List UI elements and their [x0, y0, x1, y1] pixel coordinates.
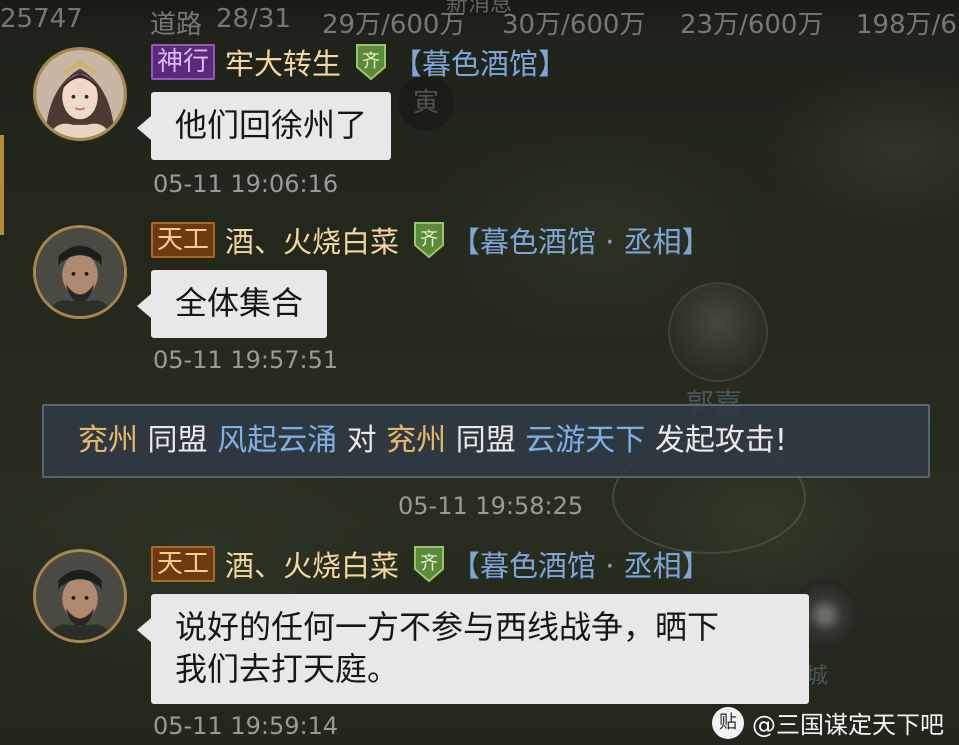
watermark: 贴 @三国谋定天下吧 [712, 705, 944, 740]
message-bubble[interactable]: 说好的任何一方不参与西线战争，晒下 我们去打天庭。 [137, 594, 809, 704]
message-text: 他们回徐州了 [175, 106, 368, 144]
faction-shield-icon: 齐 [413, 545, 445, 583]
player-title-tag: 天工 [151, 546, 216, 582]
message-text-line: 说好的任何一方不参与西线战争，晒下 [175, 608, 720, 646]
player-name[interactable]: 酒、火烧白菜 [225, 543, 399, 585]
female-portrait-icon [36, 50, 124, 138]
alliance-name[interactable]: 风起云涌 [217, 423, 337, 458]
faction-shield-icon: 齐 [413, 221, 445, 259]
region-name: 兖州 [78, 423, 138, 458]
system-battle-notice[interactable]: 兖州 同盟 风起云涌 对 兖州 同盟 云游天下 发起攻击! [42, 404, 930, 478]
message-time: 05-11 19:59:14 [153, 712, 339, 740]
notice-word: 对 [346, 423, 377, 458]
message-time: 05-11 19:06:16 [153, 170, 339, 198]
system-message-time: 05-11 19:58:25 [398, 492, 584, 520]
message-text: 全体集合 [175, 284, 304, 322]
resource-cell: 29万/600万 [322, 10, 466, 40]
resource-bar: 新消息 25747 道路 28/31 29万/600万 30万/600万 23万… [0, 0, 959, 40]
male-portrait-icon [36, 228, 124, 316]
guild-name[interactable]: 【暮色酒馆 · 丞相】 [451, 219, 711, 261]
player-avatar[interactable] [33, 225, 127, 319]
resource-cell: 25747 [0, 4, 83, 34]
message-bubble[interactable]: 全体集合 [136, 270, 328, 338]
player-name[interactable]: 酒、火烧白菜 [225, 219, 399, 261]
panel-edge-marker [0, 135, 4, 235]
faction-shield-icon: 齐 [355, 43, 387, 81]
player-name[interactable]: 牢大转生 [225, 41, 341, 83]
player-avatar[interactable] [33, 549, 127, 643]
resource-cell: 30万/600万 [502, 10, 646, 40]
notice-word: 同盟 [455, 423, 516, 458]
resource-cell: 28/31 [216, 4, 291, 34]
resource-cell: 道路 [150, 10, 203, 40]
player-title-tag: 神行 [151, 44, 216, 80]
alliance-name[interactable]: 云游天下 [525, 423, 645, 458]
tieba-logo-icon: 贴 [712, 706, 744, 739]
resource-cell: 23万/600万 [680, 10, 824, 40]
message-text-line: 我们去打天庭。 [175, 650, 400, 688]
watermark-text: @三国谋定天下吧 [752, 711, 944, 739]
region-name: 兖州 [386, 423, 447, 458]
notice-word: 同盟 [147, 423, 208, 458]
guild-name[interactable]: 【暮色酒馆 · 丞相】 [451, 543, 711, 585]
notice-word: 发起攻击! [654, 423, 787, 458]
player-avatar[interactable] [33, 47, 127, 141]
male-portrait-icon [36, 552, 124, 640]
resource-cell: 198万/6 [856, 10, 957, 40]
message-time: 05-11 19:57:51 [153, 346, 339, 374]
message-bubble[interactable]: 他们回徐州了 [136, 92, 392, 160]
player-title-tag: 天工 [151, 222, 216, 258]
guild-name[interactable]: 【暮色酒馆】 [393, 41, 567, 83]
